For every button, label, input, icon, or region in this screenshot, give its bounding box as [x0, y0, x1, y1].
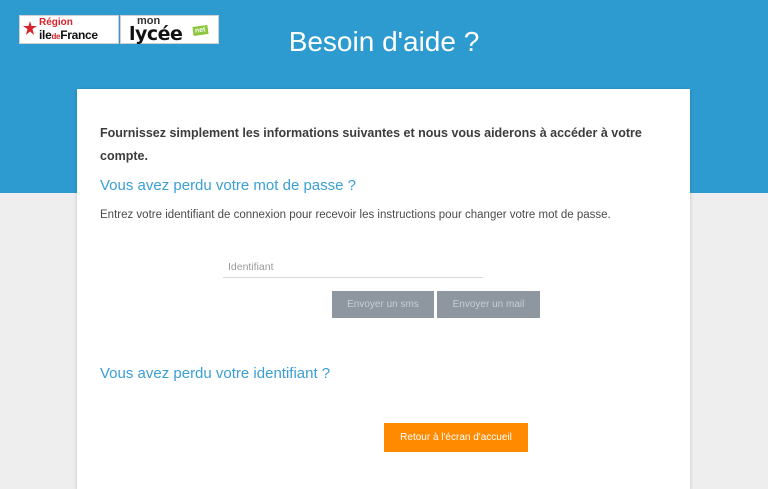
help-card: Fournissez simplement les informations s…	[77, 89, 690, 489]
identifiant-input[interactable]	[223, 256, 483, 278]
page-title: Besoin d'aide ?	[288, 26, 480, 57]
lost-identifier-title[interactable]: Vous avez perdu votre identifiant ?	[100, 365, 330, 382]
intro-text: Fournissez simplement les informations s…	[100, 126, 642, 163]
lost-password-title: Vous avez perdu votre mot de passe ?	[100, 177, 356, 194]
send-sms-button[interactable]: Envoyer un sms	[332, 291, 434, 318]
password-instructions: Entrez votre identifiant de connexion po…	[100, 209, 611, 221]
back-home-button[interactable]: Retour à l'écran d'accueil	[384, 423, 528, 452]
send-mail-button[interactable]: Envoyer un mail	[437, 291, 540, 318]
